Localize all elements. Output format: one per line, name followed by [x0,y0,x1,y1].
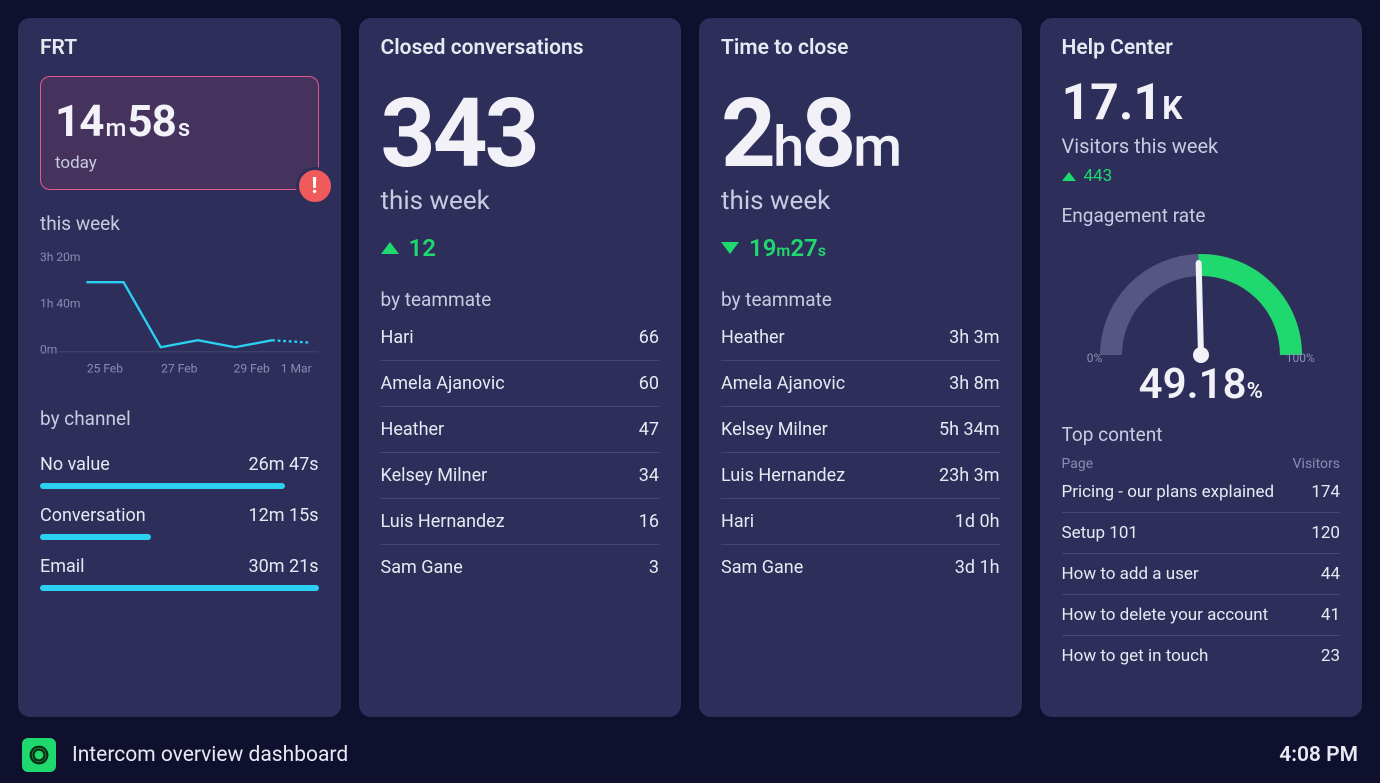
gauge-tick-max: 100% [1286,351,1315,366]
top-content-label: Top content [1062,423,1341,446]
card-frt: FRT 14m58s today ! this week 3h 20m 1h 4… [18,18,341,717]
closed-delta: 12 [381,234,660,262]
table-row: Amela Ajanovic3h 8m [721,360,1000,406]
alert-icon: ! [296,167,334,205]
table-head-page: Page [1062,456,1094,472]
table-row: Luis Hernandez23h 3m [721,452,1000,498]
svg-text:1 Mar: 1 Mar [281,361,312,375]
gauge-tick-min: 0% [1087,351,1103,366]
gauge-value: 49.18% [1139,360,1263,409]
frt-today-label: today [55,153,304,173]
svg-text:27 Feb: 27 Feb [161,361,197,375]
channel-label: Email [40,556,85,577]
ttc-value: 2h8m [721,78,1000,190]
channel-bar: No value 26m 47s [40,454,319,489]
channel-value: 26m 47s [248,454,318,475]
svg-text:29 Feb: 29 Feb [234,361,270,375]
card-help: Help Center 17.1K Visitors this week 443… [1040,18,1363,717]
footer: Intercom overview dashboard 4:08 PM [0,727,1380,783]
table-row: Sam Gane3 [381,544,660,590]
table-row: Kelsey Milner5h 34m [721,406,1000,452]
card-title: Closed conversations [381,36,660,60]
table-row: Heather3h 3m [721,315,1000,360]
card-closed: Closed conversations 343 this week 12 by… [359,18,682,717]
help-visitors-value: 17.1K [1062,74,1341,132]
channel-bar: Email 30m 21s [40,556,319,591]
channel-label: No value [40,454,110,475]
ttc-period: this week [721,186,1000,216]
table-row: Luis Hernandez16 [381,498,660,544]
card-title: FRT [40,36,319,60]
channel-value: 30m 21s [248,556,318,577]
clock: 4:08 PM [1279,743,1358,767]
table-row: How to add a user44 [1062,553,1341,594]
closed-period: this week [381,186,660,216]
frt-by-channel-label: by channel [40,407,319,430]
frt-week-label: this week [40,212,319,235]
arrow-down-icon [721,242,739,254]
logo-icon [22,738,56,772]
channel-bar: Conversation 12m 15s [40,505,319,540]
ttc-delta: 19m27s [721,234,1000,262]
table-row: Heather47 [381,406,660,452]
ttc-section-label: by teammate [721,288,1000,311]
table-row: Kelsey Milner34 [381,452,660,498]
arrow-up-icon [1062,172,1076,181]
card-title: Help Center [1062,36,1341,60]
help-delta: 443 [1062,166,1341,186]
table-head-visitors: Visitors [1293,456,1340,472]
card-ttc: Time to close 2h8m this week 19m27s by t… [699,18,1022,717]
table-row: Pricing - our plans explained174 [1062,472,1341,512]
table-row: Hari66 [381,315,660,360]
card-title: Time to close [721,36,1000,60]
closed-value: 343 [381,78,660,190]
table-row: How to delete your account41 [1062,594,1341,635]
frt-today-value: 14m58s [55,95,304,147]
table-row: Setup 101120 [1062,512,1341,553]
table-row: Hari1d 0h [721,498,1000,544]
svg-text:1h 40m: 1h 40m [40,296,81,310]
channel-label: Conversation [40,505,146,526]
closed-section-label: by teammate [381,288,660,311]
arrow-up-icon [381,242,399,254]
frt-today-box: 14m58s today ! [40,76,319,190]
table-row: Amela Ajanovic60 [381,360,660,406]
table-row: How to get in touch23 [1062,635,1341,676]
channel-value: 12m 15s [248,505,318,526]
engagement-gauge: 0% 100% 49.18% [1062,235,1341,409]
svg-text:25 Feb: 25 Feb [87,361,123,375]
frt-week-chart: 3h 20m 1h 40m 0m 25 Feb 27 Feb 29 Feb 1 … [40,241,319,385]
engagement-label: Engagement rate [1062,204,1206,227]
table-row: Sam Gane3d 1h [721,544,1000,590]
dashboard-title: Intercom overview dashboard [72,743,348,767]
help-visitors-label: Visitors this week [1062,134,1341,158]
svg-text:0m: 0m [40,343,57,357]
svg-text:3h 20m: 3h 20m [40,250,81,264]
